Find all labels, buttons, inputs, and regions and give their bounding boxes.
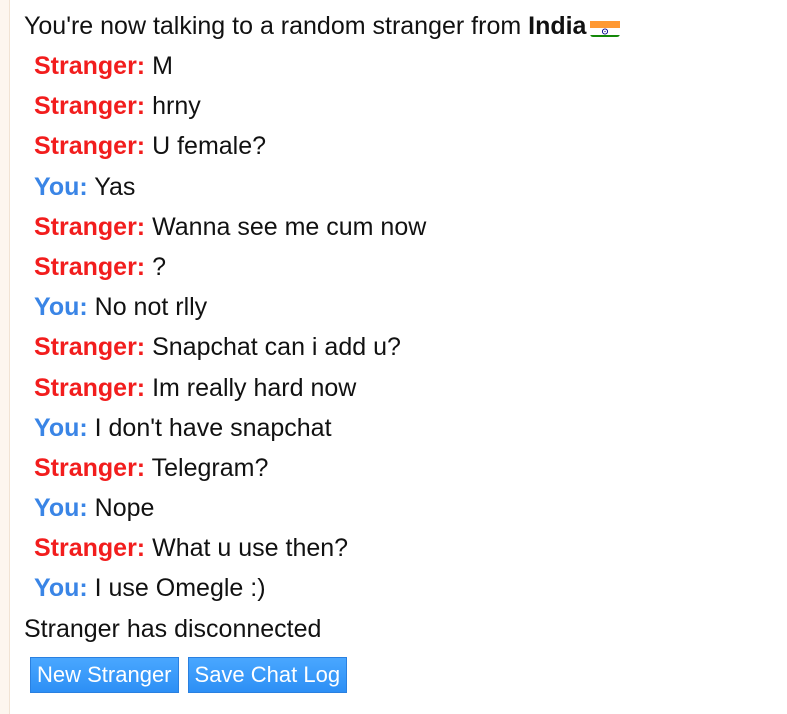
chat-message: You: Yas xyxy=(24,169,777,209)
chat-message: Stranger: Im really hard now xyxy=(24,370,777,410)
message-text: No not rlly xyxy=(94,293,208,322)
sender-label: Stranger: xyxy=(34,453,146,482)
disconnect-status: Stranger has disconnected xyxy=(24,614,322,643)
sender-label: Stranger: xyxy=(34,252,146,281)
sender-label: Stranger: xyxy=(34,52,146,80)
sender-label: You: xyxy=(34,293,88,322)
sender-label: Stranger: xyxy=(34,92,146,121)
message-text: M xyxy=(152,52,173,80)
save-chat-log-button[interactable]: Save Chat Log xyxy=(187,656,348,693)
sender-label: You: xyxy=(34,494,88,523)
message-text: hrny xyxy=(152,92,201,121)
status-prefix: You're now talking to a random stranger … xyxy=(24,12,529,40)
chat-message: Stranger: ? xyxy=(24,249,777,289)
new-stranger-button[interactable]: New Stranger xyxy=(30,656,179,693)
chat-message: Stranger: Snapchat can i add u? xyxy=(24,329,777,369)
left-border xyxy=(0,0,10,714)
chat-message: Stranger: hrny xyxy=(24,88,777,128)
message-text: I don't have snapchat xyxy=(94,413,332,442)
chat-message: Stranger: Wanna see me cum now xyxy=(24,209,777,249)
chat-message: Stranger: Telegram? xyxy=(24,450,777,490)
message-text: Wanna see me cum now xyxy=(152,212,427,241)
message-text: ? xyxy=(152,252,166,281)
sender-label: You: xyxy=(34,172,88,201)
chat-log: You're now talking to a random stranger … xyxy=(24,8,777,697)
message-text: I use Omegle :) xyxy=(94,574,266,603)
message-text: What u use then? xyxy=(152,534,349,563)
message-text: U female? xyxy=(152,132,267,161)
chat-message: You: Nope xyxy=(24,490,777,530)
stranger-country: India xyxy=(528,12,587,40)
sender-label: Stranger: xyxy=(34,132,146,161)
sender-label: Stranger: xyxy=(34,333,146,362)
message-text: Yas xyxy=(94,172,136,201)
message-text: Telegram? xyxy=(151,453,269,482)
india-flag-icon xyxy=(590,16,621,37)
message-text: Nope xyxy=(94,494,155,523)
sender-label: Stranger: xyxy=(34,212,146,241)
chat-message: You: I don't have snapchat xyxy=(24,410,777,450)
message-text: Snapchat can i add u? xyxy=(152,333,401,362)
chat-actions: New Stranger Save Chat Log xyxy=(24,656,777,697)
chat-message: You: I use Omegle :) xyxy=(24,570,777,610)
chat-message: Stranger: U female? xyxy=(24,128,777,168)
sender-label: You: xyxy=(34,413,88,442)
message-text: Im really hard now xyxy=(152,373,357,402)
chat-message: You: No not rlly xyxy=(24,289,777,329)
sender-label: Stranger: xyxy=(34,373,146,402)
sender-label: Stranger: xyxy=(34,534,146,563)
chat-message: Stranger: M xyxy=(24,48,777,88)
chat-page: You're now talking to a random stranger … xyxy=(0,0,787,714)
connection-status: You're now talking to a random stranger … xyxy=(24,8,777,48)
chat-message: Stranger: What u use then? xyxy=(24,530,777,570)
sender-label: You: xyxy=(34,574,88,603)
